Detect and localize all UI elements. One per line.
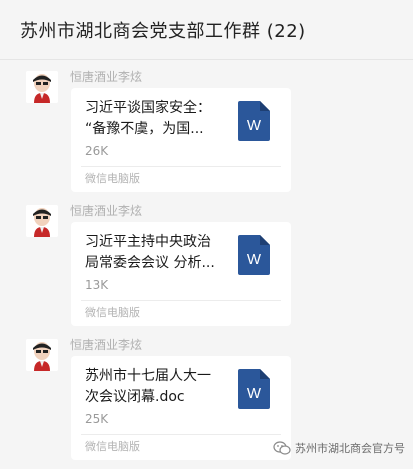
sender-name: 恒唐酒业李炫 [70, 70, 143, 84]
chat-header: 苏州市湖北商会党支部工作群 (22) [0, 0, 413, 60]
file-source: 微信电脑版 [85, 172, 140, 185]
word-doc-icon: W [238, 235, 270, 275]
file-size: 26K [85, 144, 109, 158]
avatar[interactable] [26, 205, 58, 237]
word-doc-icon: W [238, 101, 270, 141]
sender-name: 恒唐酒业李炫 [70, 338, 143, 352]
divider [81, 434, 281, 435]
message-item: 恒唐酒业李炫 习近平谈国家安全： “备豫不虞，为国... W 26K 微信电脑版 [0, 70, 413, 201]
file-title: 习近平谈国家安全： “备豫不虞，为国... [85, 100, 211, 137]
file-message-card[interactable]: 苏州市十七届人大一 次会议闭幕.doc W 25K 微信电脑版 [71, 356, 291, 460]
wechat-official-account-icon [273, 441, 291, 455]
file-message-card[interactable]: 习近平主持中央政治 局常委会会议 分析... W 13K 微信电脑版 [71, 222, 291, 326]
file-size: 13K [85, 278, 109, 292]
avatar[interactable] [26, 339, 58, 371]
word-doc-icon: W [238, 369, 270, 409]
file-source: 微信电脑版 [85, 440, 140, 453]
file-message-card[interactable]: 习近平谈国家安全： “备豫不虞，为国... W 26K 微信电脑版 [71, 88, 291, 192]
svg-text:W: W [247, 385, 262, 402]
svg-text:W: W [247, 251, 262, 268]
file-source: 微信电脑版 [85, 306, 140, 319]
avatar[interactable] [26, 71, 58, 103]
svg-text:W: W [247, 117, 262, 134]
file-title: 苏州市十七届人大一 次会议闭幕.doc [85, 368, 211, 405]
watermark-text: 苏州市湖北商会官方号 [295, 442, 405, 455]
file-title: 习近平主持中央政治 局常委会会议 分析... [85, 234, 215, 271]
message-item: 恒唐酒业李炫 习近平主持中央政治 局常委会会议 分析... W 13K 微信电脑… [0, 204, 413, 335]
file-size: 25K [85, 412, 109, 426]
divider [81, 300, 281, 301]
watermark: 苏州市湖北商会官方号 [273, 440, 405, 456]
divider [81, 166, 281, 167]
sender-name: 恒唐酒业李炫 [70, 204, 143, 218]
chat-title: 苏州市湖北商会党支部工作群 (22) [20, 21, 306, 42]
